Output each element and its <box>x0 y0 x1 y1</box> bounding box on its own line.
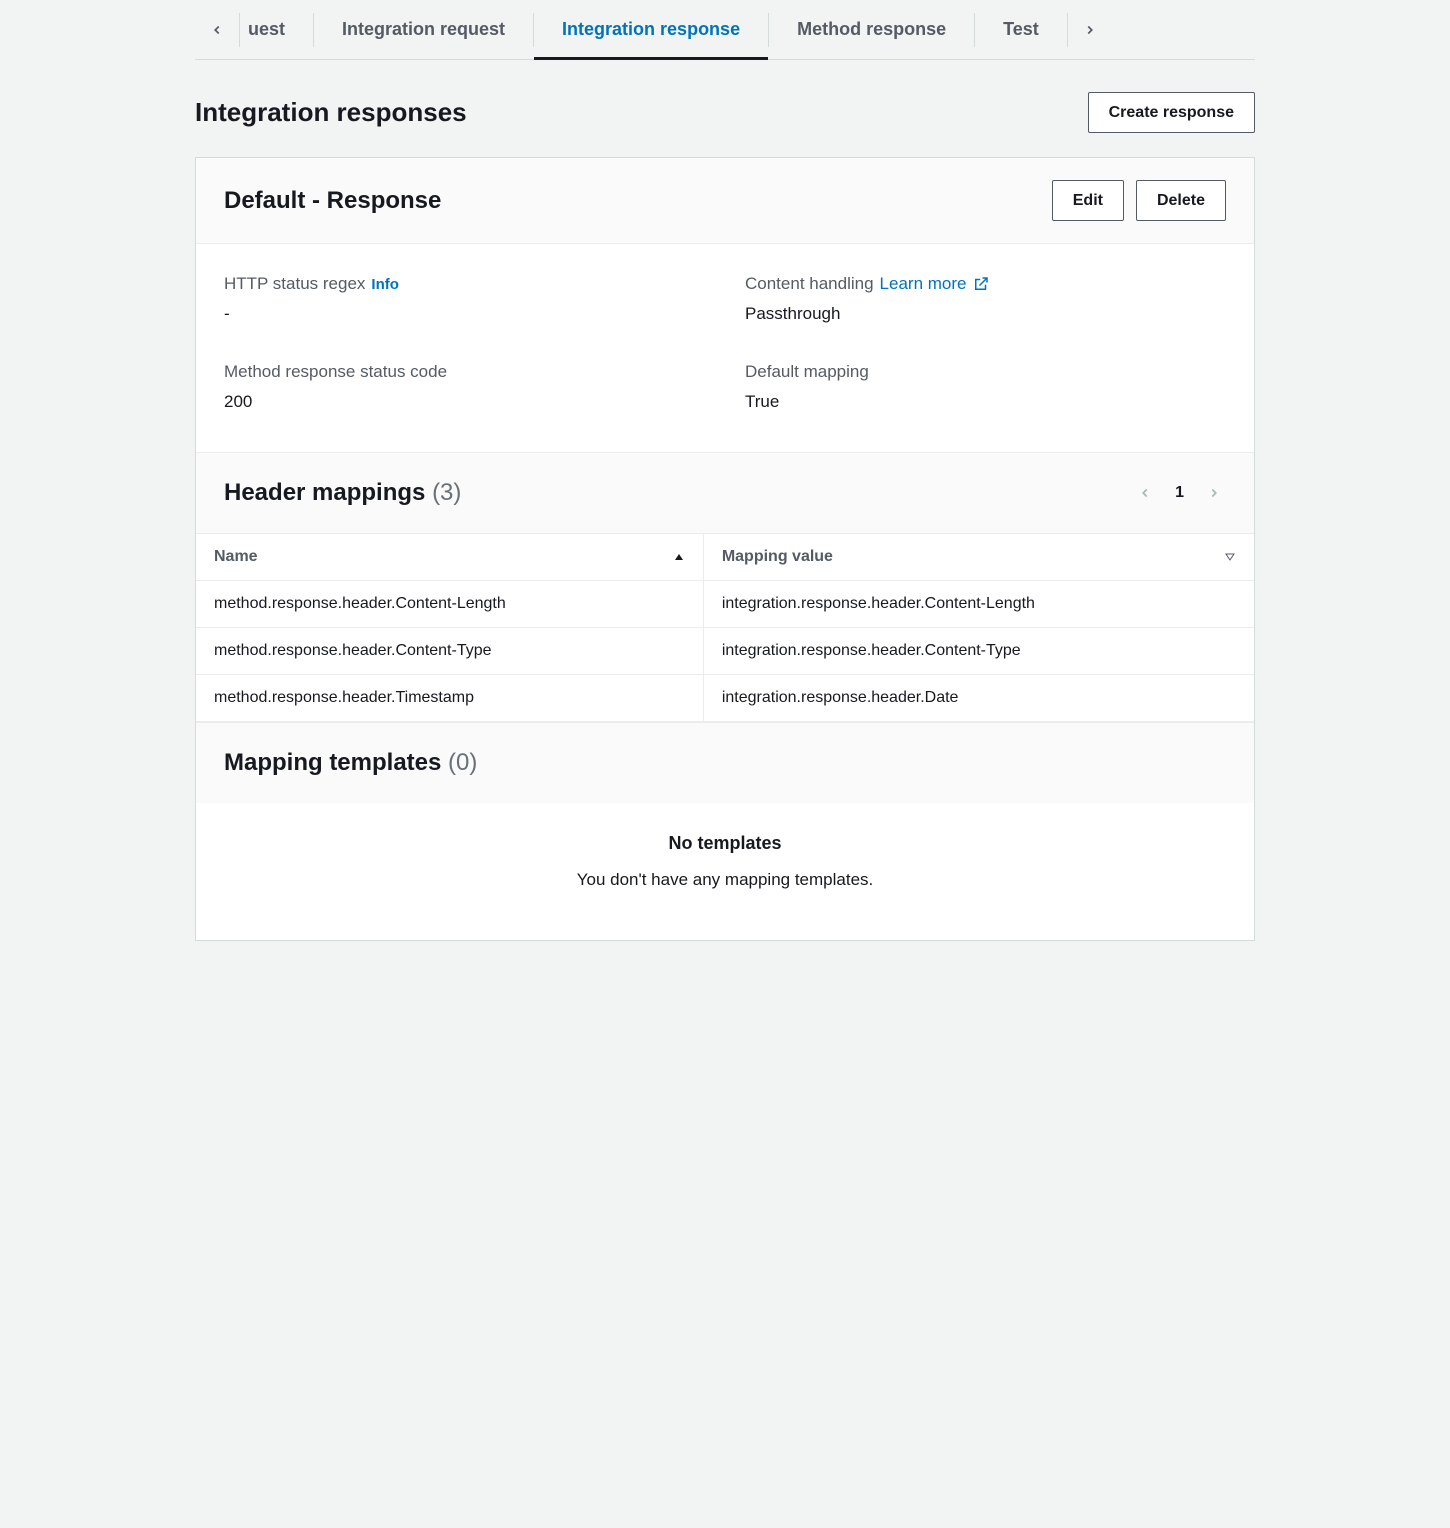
tab-test[interactable]: Test <box>975 0 1067 59</box>
field-value: Passthrough <box>745 304 1226 324</box>
field-label: Content handling Learn more <box>745 274 1226 294</box>
field-label: HTTP status regex Info <box>224 274 705 294</box>
section-title: Header mappings (3) <box>224 479 461 507</box>
delete-button[interactable]: Delete <box>1136 180 1226 221</box>
field-value: 200 <box>224 392 705 412</box>
table-row: method.response.header.Content-Type inte… <box>196 628 1254 675</box>
label-text: HTTP status regex <box>224 274 365 294</box>
edit-button[interactable]: Edit <box>1052 180 1124 221</box>
column-header-text: Mapping value <box>722 548 833 566</box>
sort-none-icon <box>1224 551 1236 563</box>
empty-state-subtitle: You don't have any mapping templates. <box>216 870 1234 890</box>
response-panel: Default - Response Edit Delete HTTP stat… <box>195 157 1255 941</box>
label-text: Content handling <box>745 274 874 294</box>
page-header: Integration responses Create response <box>195 60 1255 157</box>
field-value: True <box>745 392 1226 412</box>
column-header-mapping-value[interactable]: Mapping value <box>704 534 1254 580</box>
cell-name: method.response.header.Timestamp <box>196 675 704 721</box>
pager: 1 <box>1133 481 1226 505</box>
section-title: Mapping templates (0) <box>224 749 477 777</box>
panel-header: Default - Response Edit Delete <box>196 158 1254 244</box>
external-link-icon <box>972 275 990 293</box>
sort-asc-icon <box>673 551 685 563</box>
panel-title: Default - Response <box>224 187 441 215</box>
learn-more-link[interactable]: Learn more <box>880 274 991 294</box>
section-count: (0) <box>448 749 477 776</box>
tab-integration-response[interactable]: Integration response <box>534 0 768 59</box>
table-row: method.response.header.Content-Length in… <box>196 581 1254 628</box>
tabs-scroll-left[interactable] <box>195 0 239 59</box>
section-header-mappings: Header mappings (3) 1 <box>196 452 1254 533</box>
pager-page: 1 <box>1175 484 1184 502</box>
field-method-response-status: Method response status code 200 <box>224 362 705 412</box>
column-header-name[interactable]: Name <box>196 534 704 580</box>
tabs-scroll-right[interactable] <box>1068 0 1112 59</box>
cell-name: method.response.header.Content-Type <box>196 628 704 674</box>
section-count: (3) <box>432 479 461 506</box>
field-default-mapping: Default mapping True <box>745 362 1226 412</box>
table-header-row: Name Mapping value <box>196 533 1254 581</box>
learn-more-text: Learn more <box>880 274 967 294</box>
field-label: Method response status code <box>224 362 705 382</box>
field-value: - <box>224 304 705 324</box>
section-title-text: Header mappings <box>224 479 425 506</box>
info-link[interactable]: Info <box>371 276 399 293</box>
cell-value: integration.response.header.Content-Leng… <box>704 581 1254 627</box>
page-title: Integration responses <box>195 97 467 128</box>
field-label: Default mapping <box>745 362 1226 382</box>
tabs-bar: uest Integration request Integration res… <box>195 0 1255 60</box>
field-http-status-regex: HTTP status regex Info - <box>224 274 705 324</box>
field-content-handling: Content handling Learn more Passthrough <box>745 274 1226 324</box>
pager-next[interactable] <box>1202 481 1226 505</box>
empty-state-title: No templates <box>216 833 1234 854</box>
section-title-text: Mapping templates <box>224 749 441 776</box>
empty-state: No templates You don't have any mapping … <box>196 803 1254 940</box>
fields-grid: HTTP status regex Info - Content handlin… <box>196 244 1254 452</box>
tab-method-request-partial[interactable]: uest <box>240 0 313 59</box>
column-header-text: Name <box>214 548 258 566</box>
create-response-button[interactable]: Create response <box>1088 92 1255 133</box>
panel-actions: Edit Delete <box>1052 180 1226 221</box>
section-mapping-templates: Mapping templates (0) <box>196 722 1254 803</box>
tab-method-response[interactable]: Method response <box>769 0 974 59</box>
cell-value: integration.response.header.Date <box>704 675 1254 721</box>
pager-prev[interactable] <box>1133 481 1157 505</box>
cell-value: integration.response.header.Content-Type <box>704 628 1254 674</box>
cell-name: method.response.header.Content-Length <box>196 581 704 627</box>
table-row: method.response.header.Timestamp integra… <box>196 675 1254 722</box>
tab-integration-request[interactable]: Integration request <box>314 0 533 59</box>
